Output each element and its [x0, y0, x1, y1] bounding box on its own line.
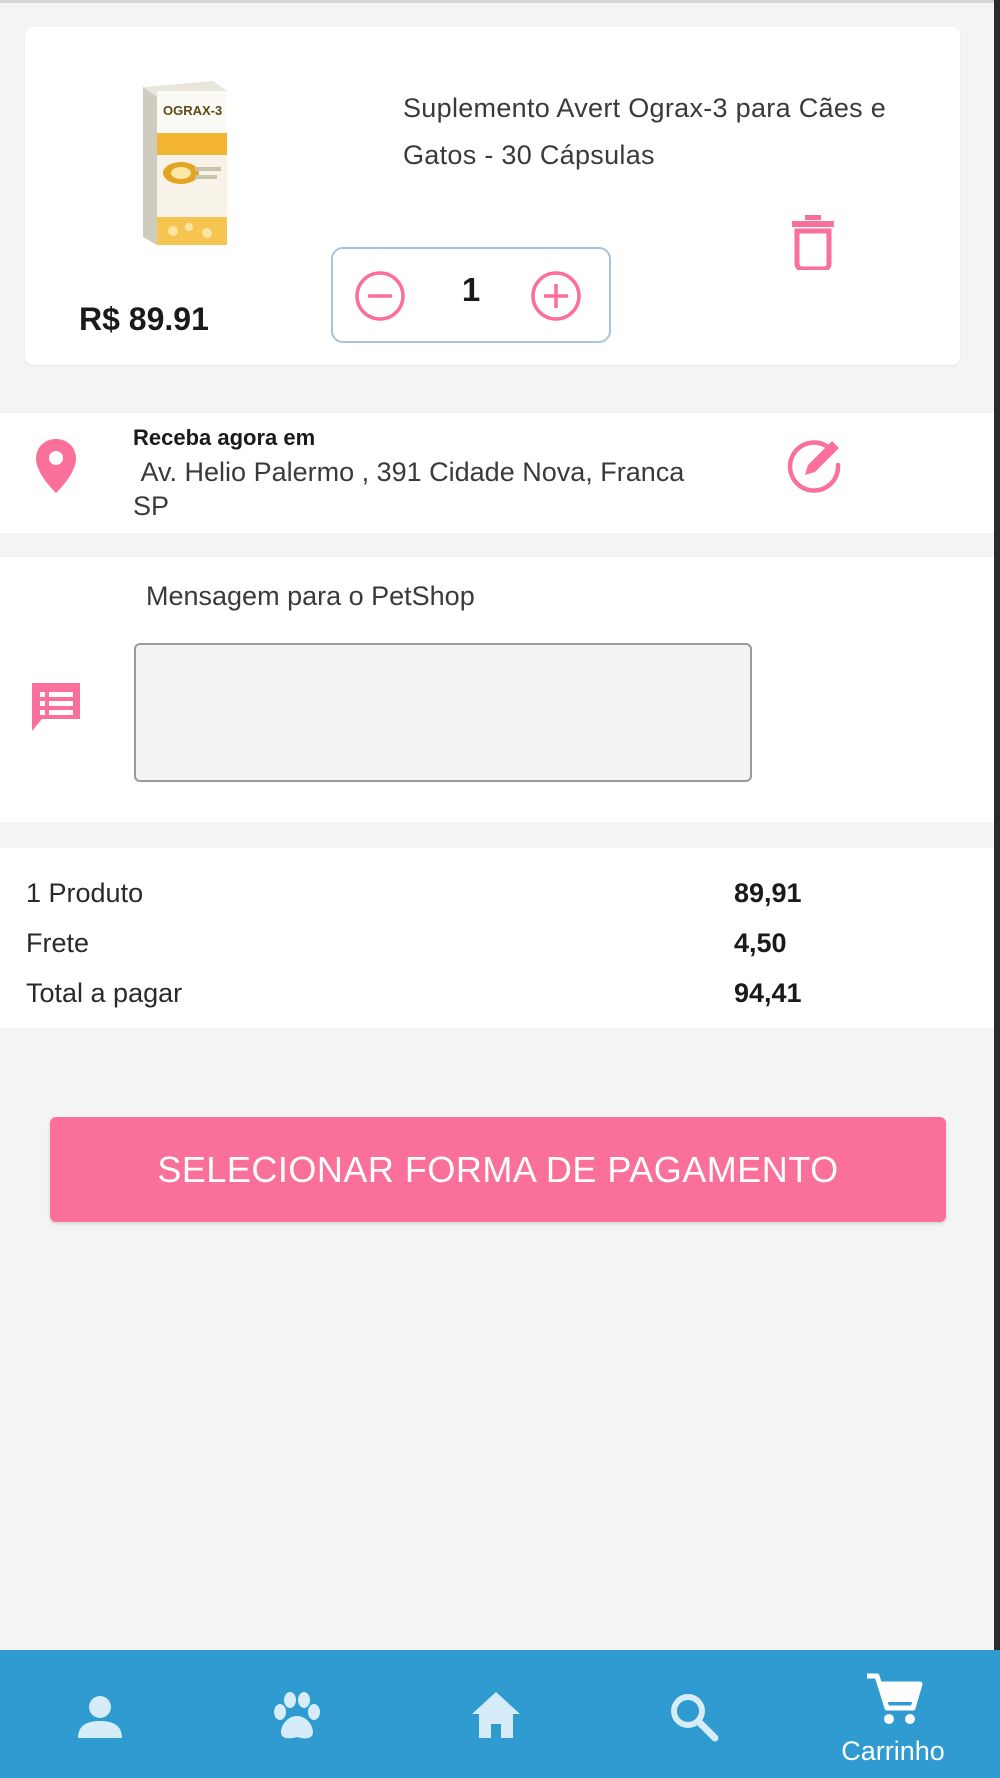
- nav-item-home[interactable]: [426, 1650, 566, 1778]
- quantity-value: 1: [461, 271, 481, 308]
- home-icon: [472, 1692, 520, 1738]
- summary-value: 89,91: [734, 878, 802, 908]
- nav-item-profile[interactable]: [30, 1650, 170, 1778]
- edit-pencil-icon[interactable]: [786, 435, 844, 493]
- product-title: Suplemento Avert Ograx-3 para Cães e Gat…: [403, 93, 887, 170]
- message-icon: [32, 683, 80, 731]
- nav-item-search[interactable]: [623, 1650, 763, 1778]
- cart-item-card: OGRAX-3 Suplemento Avert Ograx-3 para Cã…: [25, 27, 960, 365]
- top-divider: [0, 0, 1000, 3]
- address-text: Av. Helio Palermo , 391 Cidade Nova, Fra…: [133, 457, 685, 521]
- person-icon: [78, 1696, 122, 1738]
- minus-circle-icon[interactable]: [353, 269, 407, 323]
- message-input[interactable]: [134, 643, 752, 782]
- plus-circle-icon[interactable]: [529, 269, 583, 323]
- summary-label: Frete: [26, 928, 90, 958]
- delivery-address: Receba agora em Av. Helio Palermo , 391 …: [0, 413, 994, 533]
- summary-value: 4,50: [734, 928, 787, 958]
- cart-icon: [867, 1673, 923, 1724]
- location-pin-icon: [36, 439, 76, 493]
- summary-label: 1 Produto: [26, 878, 144, 908]
- summary-row-products: 1 Produto 89,91: [0, 878, 994, 918]
- search-icon: [671, 1694, 719, 1742]
- product-price: R$ 89.91: [79, 301, 209, 337]
- trash-icon[interactable]: [789, 212, 837, 270]
- select-payment-button[interactable]: SELECIONAR FORMA DE PAGAMENTO: [50, 1117, 946, 1222]
- summary-value: 94,41: [734, 978, 802, 1008]
- summary-row-total: Total a pagar 94,41: [0, 978, 994, 1018]
- product-image: OGRAX-3: [143, 81, 227, 245]
- screen-edge: [994, 0, 1000, 1650]
- message-section: Mensagem para o PetShop: [0, 557, 994, 822]
- quantity-stepper: 1: [331, 247, 611, 343]
- address-label: Receba agora em: [133, 425, 316, 450]
- nav-item-cart[interactable]: Carrinho: [823, 1650, 963, 1778]
- summary-row-shipping: Frete 4,50: [0, 928, 994, 968]
- nav-item-pets[interactable]: [227, 1650, 367, 1778]
- bottom-navigation: Carrinho: [0, 1650, 1000, 1778]
- paw-icon: [274, 1692, 320, 1739]
- order-summary: 1 Produto 89,91 Frete 4,50 Total a pagar…: [0, 848, 994, 1028]
- nav-label-cart: Carrinho: [841, 1736, 945, 1766]
- summary-label: Total a pagar: [26, 978, 183, 1008]
- svg-text:OGRAX-3: OGRAX-3: [163, 103, 222, 118]
- message-label: Mensagem para o PetShop: [146, 581, 475, 611]
